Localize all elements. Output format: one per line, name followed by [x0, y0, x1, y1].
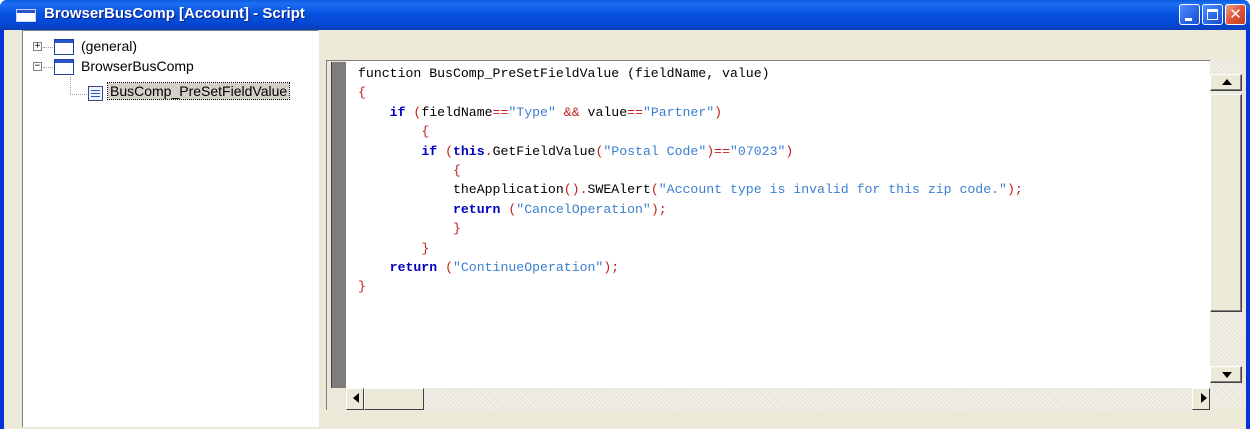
expand-icon[interactable]: +	[33, 42, 42, 51]
code-token: "Account type is invalid for this zip co…	[658, 182, 1007, 198]
tree-item-label: (general)	[81, 38, 138, 54]
code-token: GetFieldValue	[492, 143, 596, 159]
code-token: function BusComp_PreSetFieldValue (field…	[358, 66, 770, 81]
hscroll-thumb[interactable]	[364, 388, 424, 410]
code-token: (	[650, 182, 659, 198]
tree-item-browserbuscomp[interactable]: − BrowserBusComp	[23, 57, 313, 77]
tree-item-label: BrowserBusComp	[81, 58, 194, 74]
code-line[interactable]: if (this.GetFieldValue("Postal Code")=="…	[358, 144, 793, 159]
code-line[interactable]: return ("CancelOperation");	[358, 202, 667, 217]
collapse-icon[interactable]: −	[33, 62, 42, 71]
code-token: );	[603, 260, 620, 275]
code-token: )	[785, 143, 794, 159]
scroll-corner	[1210, 407, 1242, 429]
horizontal-scrollbar[interactable]	[346, 388, 1210, 410]
code-token: );	[650, 201, 667, 217]
title-bar[interactable]: BrowserBusComp [Account] - Script ✕	[0, 0, 1250, 30]
code-token: theApplication	[358, 182, 564, 198]
scroll-right-button[interactable]	[1192, 388, 1210, 410]
code-token: if	[421, 143, 438, 159]
scroll-thumb[interactable]	[1210, 94, 1242, 312]
vertical-scrollbar[interactable]	[1210, 60, 1242, 407]
code-token: return	[452, 201, 501, 217]
object-icon	[54, 59, 74, 75]
code-token: (	[445, 143, 453, 159]
code-line[interactable]: theApplication().SWEAlert("Account type …	[358, 182, 1023, 197]
close-button[interactable]: ✕	[1225, 4, 1246, 25]
code-line[interactable]: {	[358, 85, 366, 100]
code-token: }	[358, 279, 366, 295]
code-token: ==	[627, 104, 643, 120]
code-token: )==	[706, 143, 731, 159]
minimize-button[interactable]	[1179, 4, 1200, 25]
code-token: )	[714, 104, 723, 120]
scroll-down-button[interactable]	[1210, 366, 1242, 383]
code-line[interactable]: }	[358, 279, 366, 294]
code-token: }	[452, 221, 461, 237]
arrow-left-icon	[353, 393, 359, 403]
code-line[interactable]: function BusComp_PreSetFieldValue (field…	[358, 66, 770, 81]
code-token: {	[421, 124, 430, 140]
code-line[interactable]: {	[358, 163, 461, 178]
code-token: "CancelOperation"	[516, 201, 651, 217]
code-token: {	[358, 85, 366, 101]
code-token: fieldName	[421, 104, 493, 120]
code-token: SWEAlert	[587, 182, 651, 198]
tree-item-general[interactable]: + (general)	[23, 37, 313, 57]
arrow-right-icon	[1201, 393, 1207, 403]
tree-item-label: BusComp_PreSetFieldValue	[106, 82, 291, 100]
code-token: "Postal Code"	[603, 143, 707, 159]
code-editor[interactable]: function BusComp_PreSetFieldValue (field…	[346, 60, 1210, 388]
code-line[interactable]: return ("ContinueOperation");	[358, 260, 620, 275]
code-line[interactable]: if (fieldName=="Type" && value=="Partner…	[358, 105, 722, 120]
code-token: &&	[563, 104, 580, 120]
close-icon: ✕	[1229, 5, 1242, 23]
code-token: ==	[492, 104, 509, 120]
code-line[interactable]: }	[358, 241, 429, 256]
code-token: }	[421, 240, 430, 256]
code-token: {	[452, 163, 461, 178]
code-token: "07023"	[730, 143, 786, 159]
code-token: return	[389, 260, 438, 275]
code-token: .	[484, 143, 493, 159]
arrow-down-icon	[1222, 372, 1232, 378]
method-icon	[88, 86, 103, 101]
code-token: value	[579, 104, 628, 120]
editor-margin	[331, 62, 346, 388]
scroll-up-button[interactable]	[1210, 74, 1242, 91]
explorer-tree[interactable]: + (general) − BrowserBusComp BusComp_Pre…	[22, 30, 319, 427]
code-token: ().	[563, 182, 588, 198]
code-token: if	[389, 104, 406, 120]
code-token: (	[445, 260, 453, 275]
gutter-footer	[326, 388, 346, 410]
tree-item-buscomp-presetfieldvalue[interactable]: BusComp_PreSetFieldValue	[23, 82, 313, 103]
code-token: "Type"	[508, 104, 556, 120]
code-token: "ContinueOperation"	[452, 260, 604, 275]
arrow-up-icon	[1222, 79, 1232, 85]
code-token: "Partner"	[642, 104, 715, 120]
window-title: BrowserBusComp [Account] - Script	[44, 5, 305, 22]
code-line[interactable]: {	[358, 124, 429, 139]
window-icon[interactable]	[16, 9, 36, 22]
maximize-button[interactable]	[1202, 4, 1223, 25]
code-line[interactable]: }	[358, 221, 461, 236]
code-token: this	[452, 143, 485, 159]
object-icon	[54, 39, 74, 55]
scroll-left-button[interactable]	[346, 388, 364, 410]
code-token: );	[1006, 182, 1023, 198]
